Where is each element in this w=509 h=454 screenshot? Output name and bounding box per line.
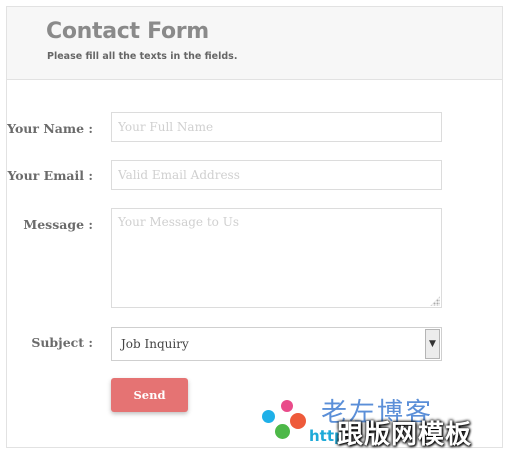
message-label: Message : xyxy=(23,217,93,232)
logo-dot-blue-icon xyxy=(262,410,275,423)
logo-dot-orange-icon xyxy=(290,413,306,429)
contact-form-panel: Contact Form Please fill all the texts i… xyxy=(6,6,503,448)
page-subtitle: Please fill all the texts in the fields. xyxy=(47,51,238,62)
watermark-logo: 老左博客 http 跟版网模板 xyxy=(253,392,503,450)
watermark-cn-bottom: 跟版网模板 xyxy=(337,420,473,450)
email-input[interactable] xyxy=(111,160,442,190)
name-label: Your Name : xyxy=(7,121,93,136)
logo-dot-green-icon xyxy=(275,424,290,439)
page-title: Contact Form xyxy=(46,19,209,44)
subject-select[interactable]: Job Inquiry ▼ xyxy=(111,327,442,361)
subject-label: Subject : xyxy=(31,335,93,350)
form-header: Contact Form Please fill all the texts i… xyxy=(7,7,502,80)
logo-dot-pink-icon xyxy=(281,400,293,412)
subject-selected-value: Job Inquiry xyxy=(121,337,189,351)
chevron-down-icon[interactable]: ▼ xyxy=(425,329,440,359)
send-button[interactable]: Send xyxy=(111,378,188,412)
name-input[interactable] xyxy=(111,112,442,142)
email-label: Your Email : xyxy=(7,168,93,183)
message-textarea[interactable] xyxy=(111,208,442,308)
